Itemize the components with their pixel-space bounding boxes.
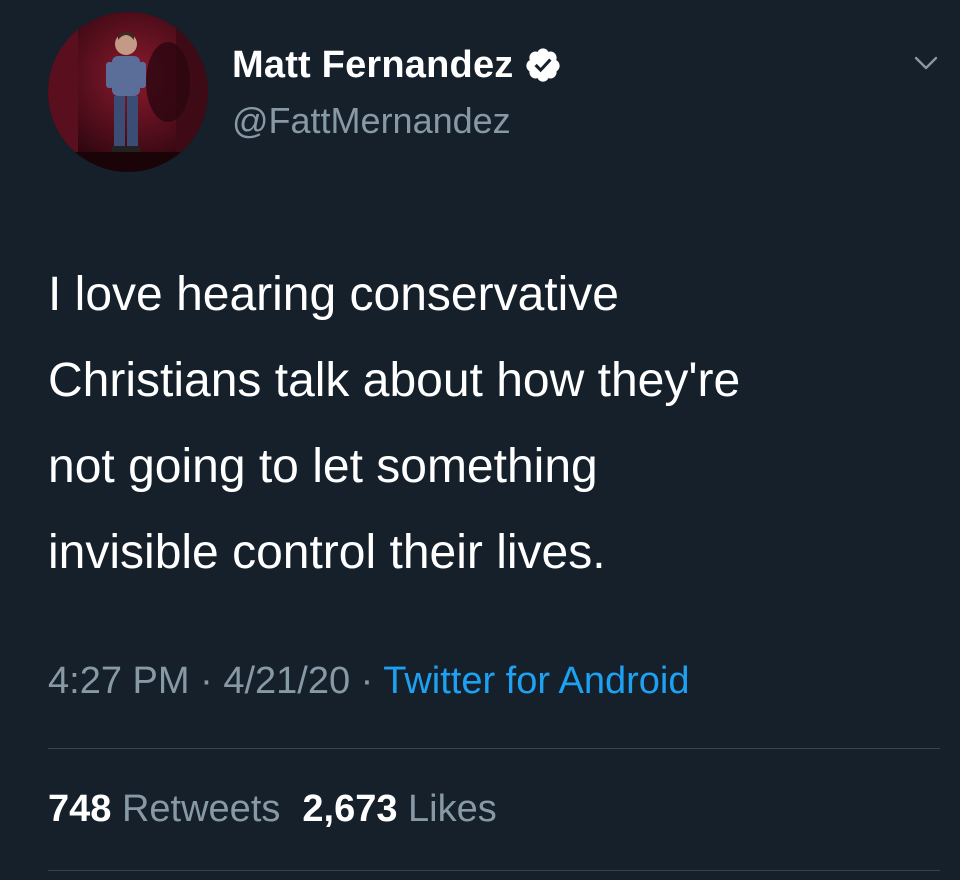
meta-separator: · bbox=[189, 660, 224, 702]
tweet-date[interactable]: 4/21/20 bbox=[223, 660, 350, 702]
likes-count: 2,673 bbox=[302, 788, 398, 830]
meta-separator: · bbox=[350, 660, 384, 702]
verified-badge-icon bbox=[524, 46, 562, 84]
author-name-row[interactable]: Matt Fernandez bbox=[232, 40, 562, 90]
author-handle[interactable]: @FattMernandez bbox=[232, 100, 511, 142]
likes-stat[interactable]: 2,673 Likes bbox=[302, 788, 496, 830]
tweet-meta: 4:27 PM · 4/21/20 · Twitter for Android bbox=[48, 660, 689, 703]
divider bbox=[48, 870, 940, 871]
divider bbox=[48, 748, 940, 749]
tweet-source-link[interactable]: Twitter for Android bbox=[383, 660, 689, 702]
retweets-label: Retweets bbox=[121, 788, 281, 830]
avatar[interactable] bbox=[48, 12, 208, 172]
display-name[interactable]: Matt Fernandez bbox=[232, 44, 514, 87]
likes-label: Likes bbox=[408, 788, 497, 830]
avatar-image bbox=[48, 12, 208, 172]
tweet-time[interactable]: 4:27 PM bbox=[48, 660, 190, 702]
tweet-stats: 748 Retweets 2,673 Likes bbox=[48, 788, 519, 831]
tweet-card: Matt Fernandez @FattMernandez I love hea… bbox=[0, 0, 960, 880]
retweets-count: 748 bbox=[48, 788, 112, 830]
tweet-text: I love hearing conservative Christians t… bbox=[48, 268, 741, 579]
chevron-down-icon[interactable] bbox=[906, 50, 946, 78]
retweets-stat[interactable]: 748 Retweets bbox=[48, 788, 280, 830]
